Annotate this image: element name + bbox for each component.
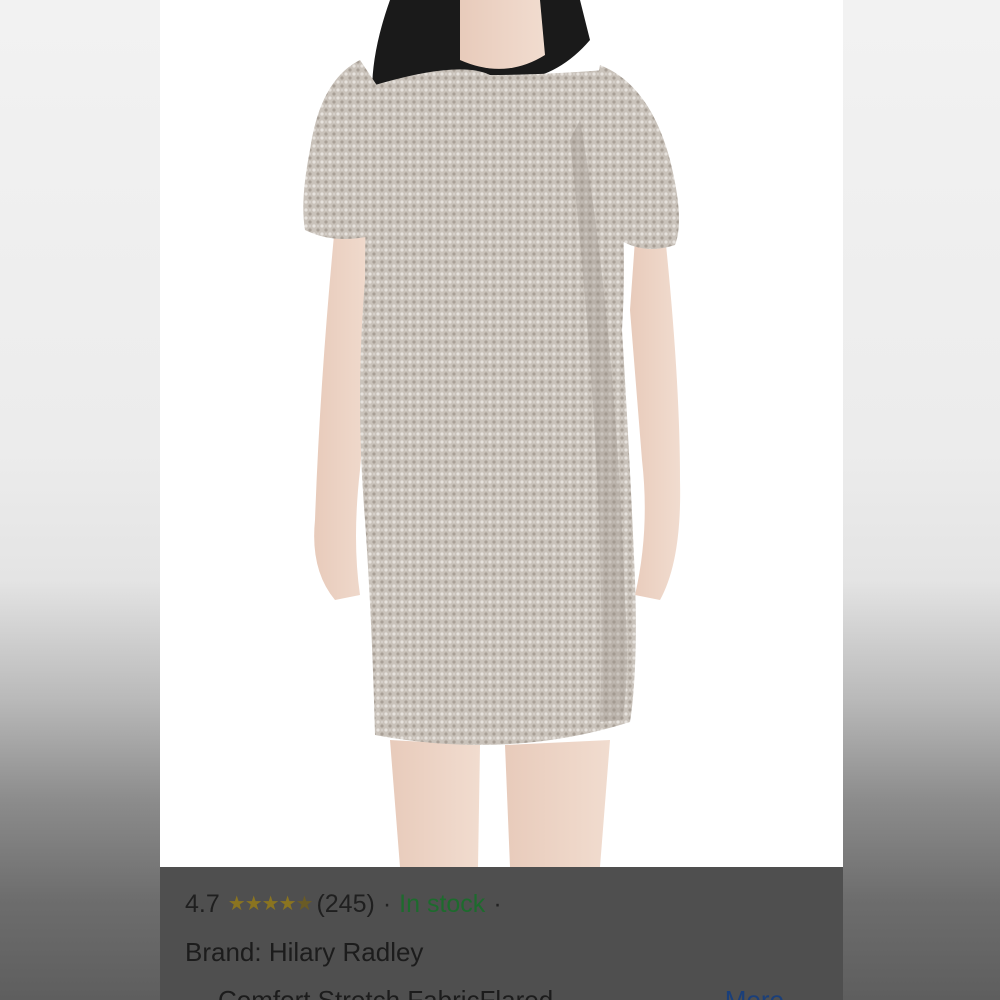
right-arm	[630, 235, 681, 600]
star-icon: ★	[244, 893, 263, 915]
separator: ·	[382, 889, 392, 918]
right-leg	[505, 740, 610, 867]
product-image[interactable]	[160, 0, 843, 867]
blurred-backdrop-left	[0, 0, 160, 1000]
separator: ·	[493, 889, 502, 918]
half-star-icon: ★	[295, 893, 314, 915]
brand-label: Brand: Hilary Radley	[185, 937, 424, 967]
star-rating[interactable]: ★ ★ ★ ★ ★	[227, 893, 314, 915]
rating-row: 4.7 ★ ★ ★ ★ ★ (245) · In stock ·	[185, 887, 510, 921]
feature-text: Comfort Stretch FabricFlared	[218, 985, 554, 1000]
rating-value: 4.7	[185, 889, 220, 918]
availability-status: In stock	[399, 889, 486, 918]
more-link[interactable]: More ⌄	[725, 985, 813, 1000]
review-count[interactable]: (245)	[316, 890, 374, 919]
blurred-backdrop-right	[843, 0, 1000, 1000]
star-icon: ★	[227, 893, 246, 915]
dress-illustration	[303, 0, 681, 867]
star-icon: ★	[261, 893, 280, 915]
left-leg	[390, 740, 480, 867]
neck	[460, 0, 545, 69]
star-icon: ★	[278, 893, 297, 915]
product-info-panel: 4.7 ★ ★ ★ ★ ★ (245) · In stock · Brand: …	[160, 867, 843, 1000]
